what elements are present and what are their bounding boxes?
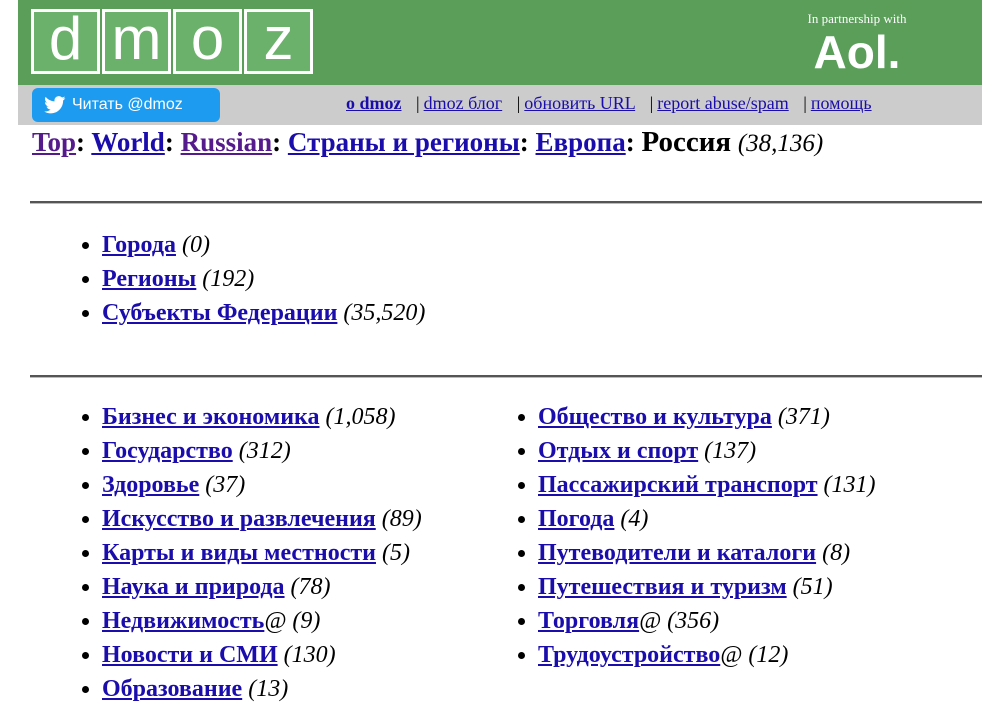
topic-link[interactable]: Искусство и развлечения (102, 506, 376, 532)
list-item: Пассажирский транспорт (131) (538, 468, 876, 502)
logo-letter: m (102, 9, 171, 74)
twitter-button-label: Читать @dmoz (72, 96, 183, 113)
breadcrumb-world[interactable]: World (91, 127, 165, 157)
link-separator: | (416, 93, 420, 113)
divider (30, 375, 982, 378)
topic-link[interactable]: Бизнес и экономика (102, 404, 320, 430)
list-item: Регионы (192) (102, 262, 425, 296)
topic-link[interactable]: Погода (538, 506, 614, 532)
topic-link[interactable]: Новости и СМИ (102, 642, 278, 668)
topic-link[interactable]: Пассажирский транспорт (538, 472, 818, 498)
list-item: Трудоустройство@ (12) (538, 638, 876, 672)
list-item: Здоровье (37) (102, 468, 422, 502)
topic-link[interactable]: Государство (102, 438, 233, 464)
list-item: Бизнес и экономика (1,058) (102, 400, 422, 434)
item-count: (4) (620, 506, 649, 532)
site-header: d m o z In partnership with Aol. (18, 0, 982, 85)
logo-letter: z (244, 9, 313, 74)
subcategory-link[interactable]: Регионы (102, 266, 196, 292)
topic-list-right: Общество и культура (371) Отдых и спорт … (518, 400, 876, 672)
breadcrumb: Top: World: Russian: Страны и регионы: Е… (32, 126, 824, 158)
item-count: (89) (381, 506, 422, 532)
list-item: Государство (312) (102, 434, 422, 468)
item-count: (130) (283, 642, 336, 668)
logo-letter: o (173, 9, 242, 74)
category-count: (38,136) (737, 130, 824, 157)
item-count: (137) (704, 438, 757, 464)
link-separator: | (803, 93, 807, 113)
link-separator: | (516, 93, 521, 113)
dmoz-blog-link[interactable]: dmoz блог (424, 93, 503, 113)
item-count: (131) (823, 472, 876, 498)
topic-link[interactable]: Торговля (538, 608, 639, 634)
item-count: (1,058) (325, 404, 396, 430)
list-item: Путешествия и туризм (51) (538, 570, 876, 604)
list-item: Отдых и спорт (137) (538, 434, 876, 468)
list-item: Субъекты Федерации (35,520) (102, 296, 425, 330)
dmoz-logo[interactable]: d m o z (31, 9, 313, 75)
topic-link[interactable]: Здоровье (102, 472, 199, 498)
topic-list-left: Бизнес и экономика (1,058) Государство (… (82, 400, 422, 706)
twitter-bird-icon (44, 96, 66, 114)
aol-logo: Aol. (813, 26, 901, 78)
item-count: (37) (205, 472, 246, 498)
item-count: (35,520) (343, 300, 426, 326)
partner-logo[interactable]: In partnership with Aol. (787, 11, 927, 75)
current-category: Россия (641, 126, 732, 158)
divider (30, 201, 982, 204)
topic-link[interactable]: Отдых и спорт (538, 438, 698, 464)
help-link[interactable]: помощь (811, 93, 872, 113)
list-item: Путеводители и каталоги (8) (538, 536, 876, 570)
breadcrumb-countries[interactable]: Страны и регионы (288, 127, 520, 157)
topic-link[interactable]: Наука и природа (102, 574, 285, 600)
list-item: Недвижимость@ (9) (102, 604, 422, 638)
partner-text: In partnership with (807, 11, 907, 26)
at-symbol: @ (639, 608, 662, 634)
subcategory-link[interactable]: Субъекты Федерации (102, 300, 337, 326)
item-count: (5) (381, 540, 410, 566)
subcategory-list: Города (0) Регионы (192) Субъекты Федера… (82, 228, 425, 330)
item-count: (356) (667, 608, 720, 634)
topic-link[interactable]: Недвижимость (102, 608, 264, 634)
list-item: Города (0) (102, 228, 425, 262)
item-count: (8) (822, 540, 851, 566)
topic-link[interactable]: Общество и культура (538, 404, 772, 430)
item-count: (371) (777, 404, 830, 430)
breadcrumb-europe[interactable]: Европа (536, 127, 626, 157)
twitter-follow-button[interactable]: Читать @dmoz (32, 88, 220, 122)
topic-link[interactable]: Карты и виды местности (102, 540, 376, 566)
topic-link[interactable]: Образование (102, 676, 242, 702)
item-count: (9) (292, 608, 321, 634)
list-item: Общество и культура (371) (538, 400, 876, 434)
report-abuse-link[interactable]: report abuse/spam (657, 93, 788, 113)
list-item: Искусство и развлечения (89) (102, 502, 422, 536)
list-item: Наука и природа (78) (102, 570, 422, 604)
logo-letter: d (31, 9, 100, 74)
list-item: Новости и СМИ (130) (102, 638, 422, 672)
list-item: Торговля@ (356) (538, 604, 876, 638)
item-count: (78) (290, 574, 331, 600)
about-dmoz-link[interactable]: o dmoz (346, 93, 402, 113)
item-count: (0) (181, 232, 210, 258)
top-links: o dmoz | dmoz блог | обновить URL | report … (346, 93, 872, 114)
item-count: (13) (248, 676, 289, 702)
subcategory-link[interactable]: Города (102, 232, 176, 258)
topic-link[interactable]: Путешествия и туризм (538, 574, 787, 600)
list-item: Погода (4) (538, 502, 876, 536)
update-url-link[interactable]: обновить URL (524, 93, 635, 113)
breadcrumb-top[interactable]: Top (32, 127, 76, 157)
link-separator: | (649, 93, 654, 113)
at-symbol: @ (720, 642, 743, 668)
topic-link[interactable]: Путеводители и каталоги (538, 540, 816, 566)
item-count: (12) (748, 642, 789, 668)
at-symbol: @ (264, 608, 287, 634)
item-count: (312) (238, 438, 291, 464)
list-item: Карты и виды местности (5) (102, 536, 422, 570)
item-count: (51) (792, 574, 833, 600)
list-item: Образование (13) (102, 672, 422, 706)
top-toolbar: Читать @dmoz o dmoz | dmoz блог | обновить… (18, 85, 982, 125)
breadcrumb-russian[interactable]: Russian (181, 127, 273, 157)
topic-link[interactable]: Трудоустройство (538, 642, 720, 668)
item-count: (192) (202, 266, 255, 292)
